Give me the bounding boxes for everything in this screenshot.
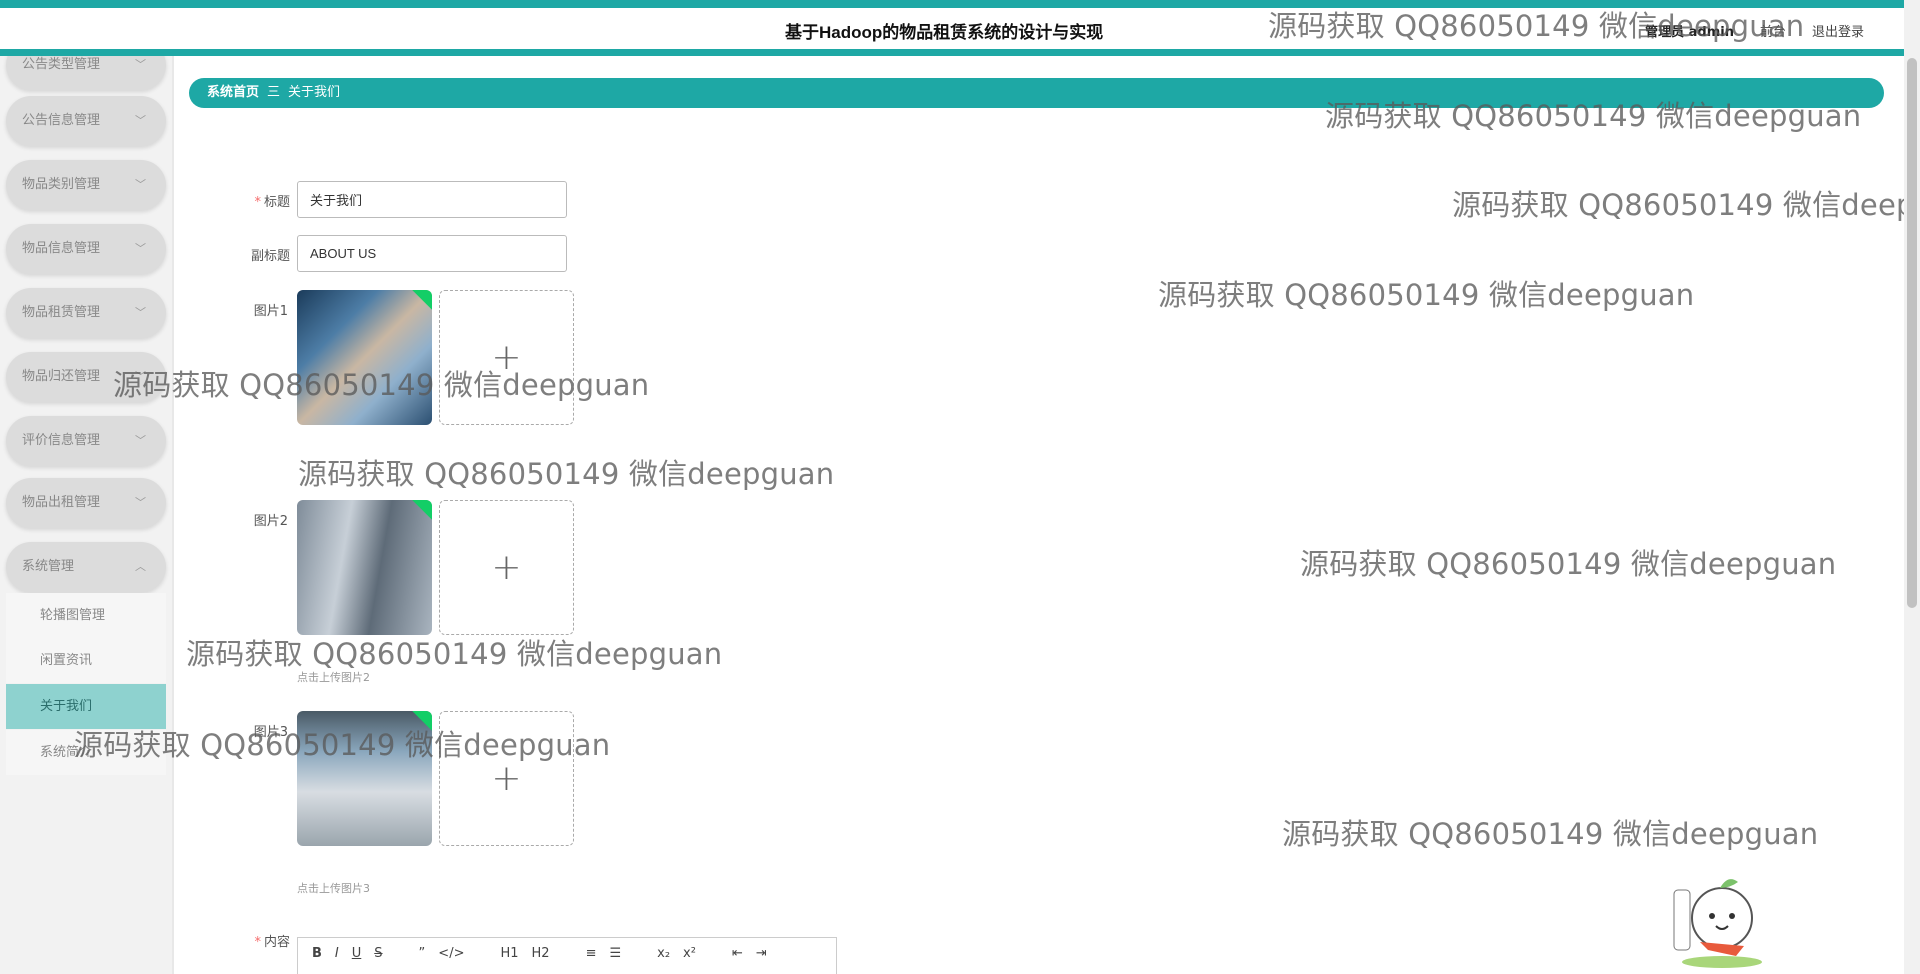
- header-links: 管理员 admin 前台 退出登录: [1645, 21, 1864, 40]
- chevron-down-icon: ﹀: [135, 178, 146, 191]
- sidebar-subitem-idle-news[interactable]: 闲置资讯: [6, 638, 166, 683]
- sidebar-item-label: 物品信息管理: [22, 241, 101, 256]
- chevron-down-icon: ﹀: [135, 434, 146, 447]
- content-label: * 内容: [190, 931, 290, 950]
- required-mark: *: [254, 195, 261, 210]
- chevron-down-icon: ﹀: [135, 496, 146, 509]
- content-label-text: 内容: [263, 935, 290, 950]
- mascot-sticker: [1673, 879, 1762, 968]
- watermark: 源码获取 QQ86050149 微信deepguan: [1300, 547, 1837, 581]
- watermark: 源码获取 QQ86050149 微信deepguan: [186, 637, 723, 671]
- strike-button[interactable]: S: [374, 946, 382, 961]
- sidebar-divider: [172, 56, 174, 974]
- sidebar-item-label: 公告类型管理: [22, 57, 101, 72]
- title-label: * 标题: [190, 191, 290, 210]
- image1-label: 图片1: [253, 304, 288, 319]
- sidebar-item-label: 公告信息管理: [22, 113, 101, 128]
- sidebar-item-return[interactable]: 物品归还管理 ﹀: [6, 352, 166, 402]
- sidebar-subitem-label: 系统简介: [40, 745, 93, 760]
- image1-upload-button[interactable]: +: [439, 290, 574, 425]
- plus-icon: +: [491, 337, 522, 378]
- sidebar-item-label: 物品类别管理: [22, 177, 101, 192]
- sidebar-item-label: 评价信息管理: [22, 433, 101, 448]
- chevron-down-icon: ﹀: [135, 114, 146, 127]
- breadcrumb: 系统首页 三 关于我们: [189, 78, 1884, 108]
- breadcrumb-home[interactable]: 系统首页: [207, 78, 259, 108]
- code-block-button[interactable]: </>: [438, 946, 464, 961]
- image3-hint: 点击上传图片3: [297, 882, 370, 895]
- plus-icon: +: [491, 758, 522, 799]
- chevron-down-icon: ﹀: [135, 306, 146, 319]
- heading2-button[interactable]: H2: [532, 946, 550, 961]
- watermark: 源码获取 QQ86050149 微信deepguan: [1158, 278, 1695, 312]
- image2-hint: 点击上传图片2: [297, 671, 370, 684]
- sidebar-item-system[interactable]: 系统管理 ︿: [6, 542, 166, 592]
- chevron-up-icon: ︿: [135, 560, 146, 573]
- image3-label: 图片3: [253, 725, 288, 740]
- image2-upload-button[interactable]: +: [439, 500, 574, 635]
- italic-button[interactable]: I: [335, 946, 339, 961]
- title-input[interactable]: [297, 181, 567, 218]
- image2-thumbnail[interactable]: [297, 500, 432, 635]
- subtitle-label: 副标题: [250, 249, 290, 264]
- image3-upload-button[interactable]: +: [439, 711, 574, 846]
- plus-icon: +: [491, 547, 522, 588]
- breadcrumb-separator: 三: [267, 85, 281, 100]
- sidebar-subitem-label: 闲置资讯: [40, 653, 93, 668]
- subtitle-input[interactable]: [297, 235, 567, 272]
- underline-button[interactable]: U: [352, 946, 362, 961]
- upload-success-icon: [412, 500, 432, 520]
- scrollbar-thumb[interactable]: [1907, 58, 1917, 608]
- image2-label: 图片2: [253, 514, 288, 529]
- breadcrumb-current: 关于我们: [288, 85, 341, 100]
- watermark: 源码获取 QQ86050149 微信deepguan: [298, 457, 835, 491]
- sidebar: 公告类型管理 ﹀ 公告信息管理 ﹀ 物品类别管理 ﹀ 物品信息管理 ﹀ 物品租赁管理 ﹀ …: [0, 56, 172, 974]
- bullet-list-button[interactable]: ☰: [609, 946, 621, 961]
- watermark: 源码获取 QQ86050149 微信deepguan: [1282, 817, 1819, 851]
- image1-thumbnail[interactable]: [297, 290, 432, 425]
- upload-success-icon: [412, 711, 432, 731]
- upload-success-icon: [412, 290, 432, 310]
- sidebar-subitem-system-intro[interactable]: 系统简介: [6, 730, 166, 775]
- blockquote-button[interactable]: ”: [419, 946, 426, 961]
- sidebar-item-rental[interactable]: 物品租赁管理 ﹀: [6, 288, 166, 338]
- sidebar-subitem-about-us[interactable]: 关于我们: [6, 684, 166, 729]
- heading1-button[interactable]: H1: [500, 946, 518, 961]
- sidebar-item-label: 物品租赁管理: [22, 305, 101, 320]
- sidebar-subitem-carousel[interactable]: 轮播图管理: [6, 593, 166, 638]
- sidebar-item-label: 物品归还管理: [22, 369, 101, 384]
- sidebar-item-notice-type[interactable]: 公告类型管理 ﹀: [6, 56, 166, 90]
- sidebar-item-label: 物品出租管理: [22, 495, 101, 510]
- subscript-button[interactable]: x₂: [657, 946, 670, 961]
- front-link[interactable]: 前台: [1760, 21, 1786, 40]
- superscript-button[interactable]: x²: [683, 946, 696, 961]
- chevron-down-icon: ﹀: [135, 370, 146, 383]
- chevron-down-icon: ﹀: [135, 242, 146, 255]
- watermark: 源码获取 QQ86050149 微信deepguan: [1452, 188, 1920, 222]
- rich-text-editor[interactable]: B I U S ” </> H1 H2 ≡ ☰ x₂ x² ⇤ ⇥: [297, 937, 837, 974]
- sidebar-item-lease-out[interactable]: 物品出租管理 ﹀: [6, 478, 166, 528]
- user-label: 管理员 admin: [1645, 25, 1734, 40]
- ordered-list-button[interactable]: ≡: [586, 946, 597, 961]
- logout-link[interactable]: 退出登录: [1812, 21, 1864, 40]
- page-scrollbar[interactable]: [1904, 0, 1920, 974]
- sidebar-item-label: 系统管理: [22, 559, 75, 574]
- top-header: 基于Hadoop的物品租赁系统的设计与实现 管理员 admin 前台 退出登录: [0, 0, 1904, 56]
- indent-button[interactable]: ⇥: [756, 946, 767, 961]
- bold-button[interactable]: B: [312, 946, 322, 961]
- sidebar-subitem-label: 轮播图管理: [40, 608, 106, 623]
- sidebar-item-review[interactable]: 评价信息管理 ﹀: [6, 416, 166, 466]
- sidebar-item-item-category[interactable]: 物品类别管理 ﹀: [6, 160, 166, 210]
- outdent-button[interactable]: ⇤: [732, 946, 743, 961]
- app-title: 基于Hadoop的物品租赁系统的设计与实现: [785, 23, 1104, 42]
- editor-toolbar: B I U S ” </> H1 H2 ≡ ☰ x₂ x² ⇤ ⇥: [298, 938, 836, 969]
- sidebar-item-item-info[interactable]: 物品信息管理 ﹀: [6, 224, 166, 274]
- required-mark: *: [254, 935, 261, 950]
- chevron-down-icon: ﹀: [135, 58, 146, 71]
- image3-thumbnail[interactable]: [297, 711, 432, 846]
- title-label-text: 标题: [263, 195, 290, 210]
- sidebar-item-notice-info[interactable]: 公告信息管理 ﹀: [6, 96, 166, 146]
- sidebar-subitem-label: 关于我们: [40, 699, 93, 714]
